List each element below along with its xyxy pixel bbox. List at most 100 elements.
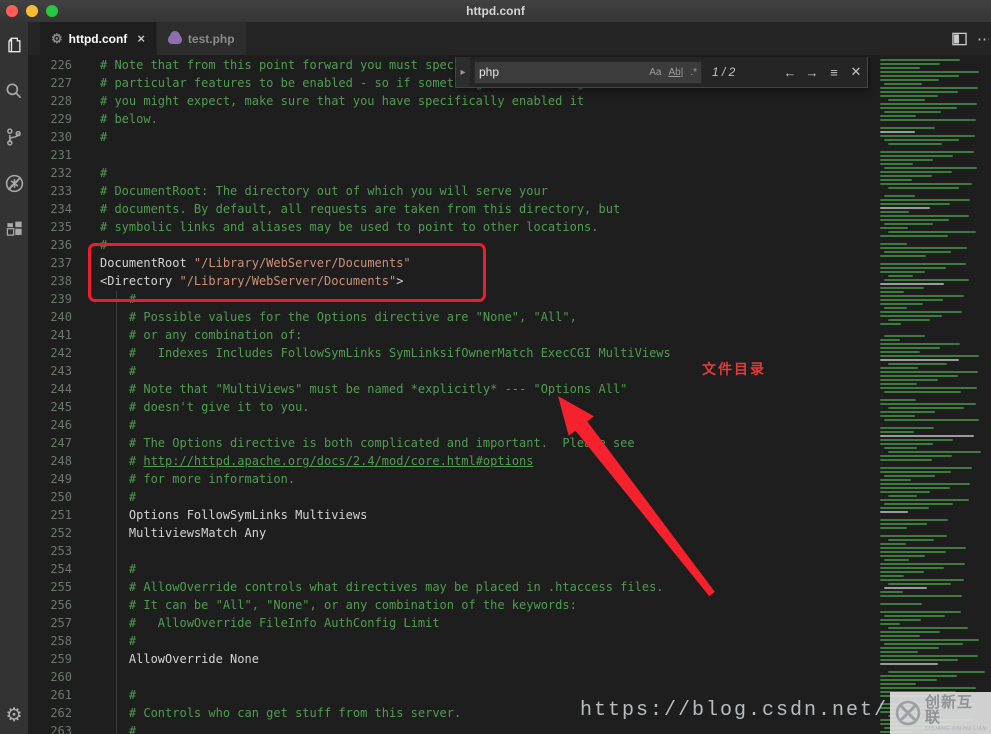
code-line[interactable]: 232 #: [28, 164, 872, 182]
code-line[interactable]: 249 # for more information.: [28, 470, 872, 488]
split-editor-icon[interactable]: [952, 32, 967, 46]
line-number: 254: [50, 562, 72, 576]
code-line[interactable]: 255 # AllowOverride controls what direct…: [28, 578, 872, 596]
code-line[interactable]: 259 AllowOverride None: [28, 650, 872, 668]
code-text: # The Options directive is both complica…: [100, 436, 635, 450]
code-text: <Directory "/Library/WebServer/Documents…: [100, 274, 404, 288]
code-line[interactable]: 228 # you might expect, make sure that yo…: [28, 92, 872, 110]
code-text: # or any combination of:: [100, 328, 303, 342]
match-case-icon[interactable]: Aa: [649, 67, 661, 78]
editor[interactable]: 226 # Note that from this point forward y…: [28, 55, 991, 734]
code-line[interactable]: 263 #: [28, 722, 872, 734]
code-text: # you might expect, make sure that you h…: [100, 94, 585, 108]
code-line[interactable]: 240 # Possible values for the Options di…: [28, 308, 872, 326]
whole-word-icon[interactable]: Ab|: [668, 67, 683, 78]
line-number: 235: [50, 220, 72, 234]
line-number: 259: [50, 652, 72, 666]
close-tab-icon[interactable]: ×: [137, 31, 145, 46]
explorer-icon[interactable]: [0, 22, 28, 68]
logo-icon: [895, 700, 921, 726]
code-text: #: [100, 238, 108, 252]
code-line[interactable]: 260: [28, 668, 872, 686]
line-number: 226: [50, 58, 72, 72]
code-line[interactable]: 239 #: [28, 290, 872, 308]
code-line[interactable]: 243 #: [28, 362, 872, 380]
code-line[interactable]: 234 # documents. By default, all requests…: [28, 200, 872, 218]
code-line[interactable]: 251 Options FollowSymLinks Multiviews: [28, 506, 872, 524]
code-line[interactable]: 244 # Note that "MultiViews" must be nam…: [28, 380, 872, 398]
more-actions-icon[interactable]: ⋯: [977, 30, 989, 48]
code-line[interactable]: 231: [28, 146, 872, 164]
search-icon[interactable]: [0, 68, 28, 114]
line-number: 244: [50, 382, 72, 396]
code-content[interactable]: 226 # Note that from this point forward y…: [28, 56, 872, 734]
settings-gear-icon[interactable]: ⚙: [0, 700, 28, 730]
code-line[interactable]: 247 # The Options directive is both comp…: [28, 434, 872, 452]
code-text: #: [100, 364, 137, 378]
find-widget: ▸ php Aa Ab| .* 1 / 2 ← → ≡ ✕: [455, 57, 868, 88]
code-line[interactable]: 253: [28, 542, 872, 560]
source-control-icon[interactable]: [0, 114, 28, 160]
tab-label: httpd.conf: [68, 31, 128, 46]
title-bar: httpd.conf: [0, 0, 991, 22]
code-text: # Note that "MultiViews" must be named *…: [100, 382, 628, 396]
minimap[interactable]: [878, 55, 991, 734]
code-line[interactable]: 230 #: [28, 128, 872, 146]
line-number: 228: [50, 94, 72, 108]
code-line[interactable]: 235 # symbolic links and aliases may be u…: [28, 218, 872, 236]
extensions-icon[interactable]: [0, 206, 28, 252]
tab-bar: ⚙ httpd.conf × test.php ⋯: [28, 22, 991, 55]
line-number: 231: [50, 148, 72, 162]
php-icon: [167, 30, 182, 44]
line-number: 236: [50, 238, 72, 252]
line-number: 261: [50, 688, 72, 702]
code-text: #: [100, 634, 137, 648]
line-number: 243: [50, 364, 72, 378]
code-line[interactable]: 252 MultiviewsMatch Any: [28, 524, 872, 542]
code-line[interactable]: 248 # http://httpd.apache.org/docs/2.4/m…: [28, 452, 872, 470]
code-line[interactable]: 256 # It can be "All", "None", or any co…: [28, 596, 872, 614]
code-line[interactable]: 246 #: [28, 416, 872, 434]
line-number: 249: [50, 472, 72, 486]
code-line[interactable]: 229 # below.: [28, 110, 872, 128]
debug-icon[interactable]: [0, 160, 28, 206]
code-line[interactable]: 258 #: [28, 632, 872, 650]
code-line[interactable]: 250 #: [28, 488, 872, 506]
code-line[interactable]: 241 # or any combination of:: [28, 326, 872, 344]
find-in-selection-icon[interactable]: ≡: [823, 65, 845, 80]
code-line[interactable]: 233 # DocumentRoot: The directory out of …: [28, 182, 872, 200]
code-line[interactable]: 236 #: [28, 236, 872, 254]
code-line[interactable]: 245 # doesn't give it to you.: [28, 398, 872, 416]
code-text: #: [100, 490, 137, 504]
toggle-replace-icon[interactable]: ▸: [456, 57, 470, 87]
code-line[interactable]: 237 DocumentRoot "/Library/WebServer/Docu…: [28, 254, 872, 272]
next-match-icon[interactable]: →: [801, 65, 823, 80]
watermark-logo: 创新互联 CHUANG XIN HU LIAN: [890, 692, 991, 734]
close-find-icon[interactable]: ✕: [845, 64, 867, 80]
tab-test-php[interactable]: test.php: [155, 22, 246, 55]
line-number: 253: [50, 544, 72, 558]
find-query[interactable]: php: [479, 65, 642, 79]
line-number: 262: [50, 706, 72, 720]
line-number: 239: [50, 292, 72, 306]
code-text: # AllowOverride FileInfo AuthConfig Limi…: [100, 616, 440, 630]
code-line[interactable]: 238 <Directory "/Library/WebServer/Docume…: [28, 272, 872, 290]
code-line[interactable]: 257 # AllowOverride FileInfo AuthConfig …: [28, 614, 872, 632]
line-number: 238: [50, 274, 72, 288]
code-text: # symbolic links and aliases may be used…: [100, 220, 599, 234]
code-text: # for more information.: [100, 472, 296, 486]
line-number: 233: [50, 184, 72, 198]
code-text: #: [100, 166, 108, 180]
editor-group: ⚙ httpd.conf × test.php ⋯ 226 # Note that…: [28, 22, 991, 734]
line-number: 250: [50, 490, 72, 504]
previous-match-icon[interactable]: ←: [779, 65, 801, 80]
find-input[interactable]: php Aa Ab| .*: [474, 60, 702, 84]
code-text: #: [100, 562, 137, 576]
regex-icon[interactable]: .*: [690, 67, 697, 78]
line-number: 257: [50, 616, 72, 630]
code-line[interactable]: 254 #: [28, 560, 872, 578]
config-file-icon: ⚙: [51, 30, 63, 46]
code-line[interactable]: 242 # Indexes Includes FollowSymLinks Sy…: [28, 344, 872, 362]
tab-httpd-conf[interactable]: ⚙ httpd.conf ×: [40, 22, 156, 55]
tab-label: test.php: [187, 31, 235, 46]
